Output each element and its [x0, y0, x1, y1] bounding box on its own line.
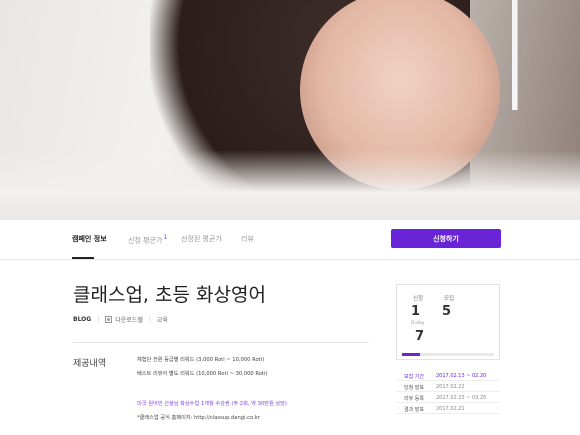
tab-campaign-info[interactable]: 캠페인 정보 [72, 234, 107, 244]
campaign-meta: BLOG | 다운로드헬 | 교육 [73, 315, 168, 324]
schedule-row: 당첨 발표 2017.02.22 [396, 381, 500, 392]
schedule-key: 결과 발표 [404, 407, 424, 413]
schedule-row: 리뷰 등록 2017.02.23 ~ 03.20 [396, 392, 500, 403]
meta-divider: | [148, 316, 151, 323]
apply-button[interactable]: 신청하기 [391, 229, 501, 248]
schedule-row: 결과 발표 2017.02.21 [396, 403, 500, 414]
tab-selected-review[interactable]: 선정된 평균가 [181, 234, 222, 244]
tab-applicant-review[interactable]: 신청 평균가1 [128, 234, 167, 245]
tab-label: 선정된 평균가 [181, 235, 222, 243]
schedule-row: 모집 기간 2017.02.13 ~ 02.20 [396, 370, 500, 381]
meta-divider: | [97, 316, 100, 323]
schedule-list: 모집 기간 2017.02.13 ~ 02.20 당첨 발표 2017.02.2… [396, 370, 500, 414]
apply-count-label: 신청 [413, 296, 424, 302]
tab-count-badge: 1 [163, 234, 168, 241]
user-icon [105, 316, 113, 323]
schedule-key: 리뷰 등록 [404, 396, 424, 402]
recruit-progress-fill [402, 353, 421, 356]
dday-label: D-day [411, 321, 425, 326]
blog-label: BLOG [73, 316, 92, 323]
tab-review[interactable]: 리뷰 [241, 234, 254, 244]
provide-item: 체험단 전원 등급별 리워드 (3,000 Roti ~ 10,000 Roti… [137, 357, 265, 363]
campaign-category: 교육 [156, 317, 168, 324]
schedule-value: 2017.02.21 [436, 406, 465, 412]
schedule-value: 2017.02.23 ~ 03.20 [436, 395, 487, 401]
section-divider [73, 342, 369, 343]
provide-item: 베스트 리뷰어 별도 리워드 (10,000 Roti ~ 30,000 Rot… [137, 371, 268, 377]
schedule-key: 당첨 발표 [404, 385, 424, 391]
recruit-count-label: 모집 [444, 296, 455, 302]
active-tab-indicator [72, 257, 94, 259]
provide-item-highlight: 미국 원어민 선생님 화상수업 1개월 수강권 (주 2회, 약 30만원 상당… [137, 401, 287, 407]
apply-count-value: 1 [411, 304, 421, 319]
campaign-stats-card: 신청 1 D-day 모집 5 7 [396, 284, 500, 360]
schedule-key: 모집 기간 [404, 374, 424, 380]
tab-label: 리뷰 [241, 235, 254, 243]
hero-desk-shape [0, 150, 580, 220]
tab-label: 캠페인 정보 [72, 235, 107, 243]
hero-pen-shape [512, 0, 518, 110]
campaign-owner[interactable]: 다운로드헬 [115, 315, 143, 324]
provide-item-homepage[interactable]: *클래스업 공식 홈페이지: http://classup.dangi.co.k… [137, 415, 260, 421]
tab-label: 신청 평균가 [128, 236, 163, 245]
dday-value: 7 [415, 329, 425, 344]
recruit-count-value: 5 [442, 304, 452, 319]
recruit-progress-bar [402, 353, 494, 356]
campaign-title: 클래스업, 초등 화상영어 [73, 284, 266, 306]
schedule-value: 2017.02.22 [436, 384, 465, 390]
provide-label: 제공내역 [73, 359, 107, 369]
schedule-value: 2017.02.13 ~ 02.20 [436, 373, 487, 379]
hero-image [0, 0, 580, 220]
